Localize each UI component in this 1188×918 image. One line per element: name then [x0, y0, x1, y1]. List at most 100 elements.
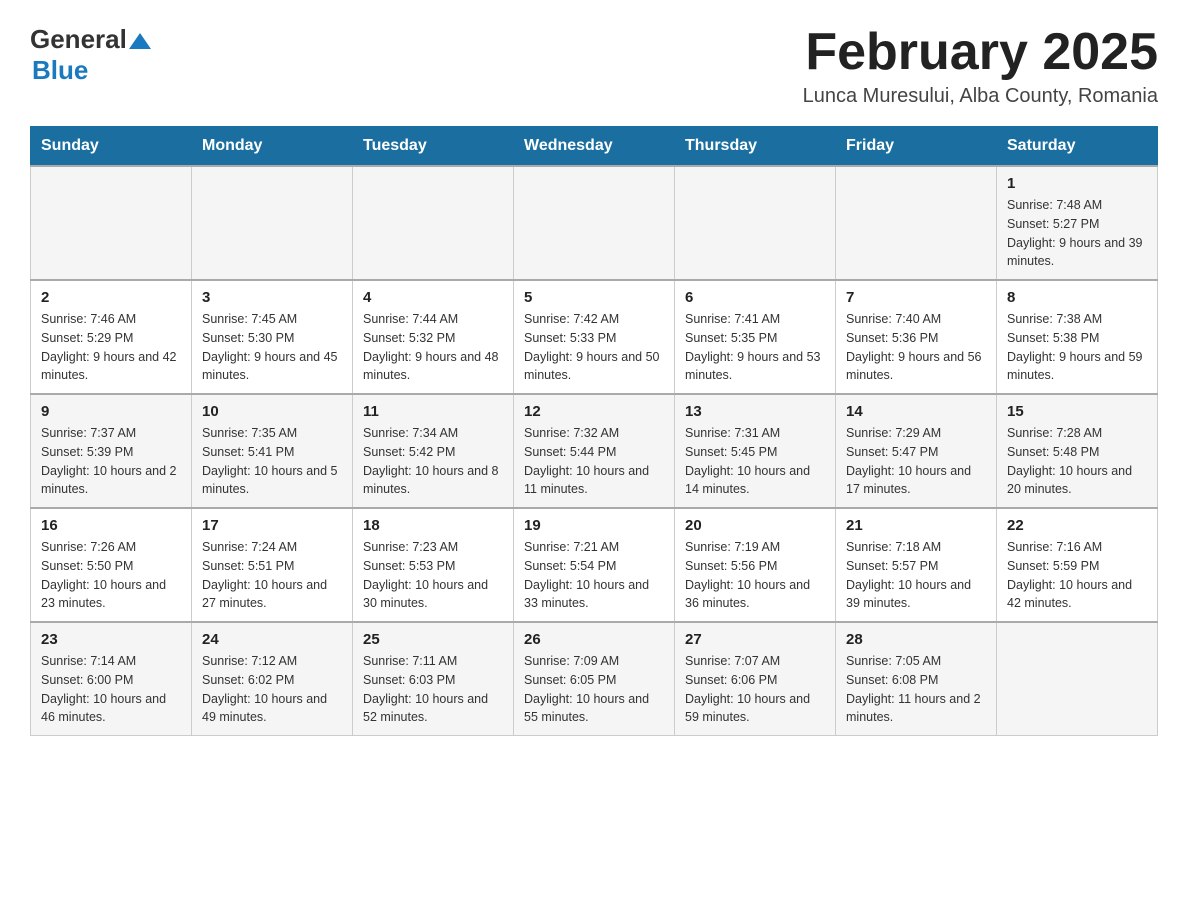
day-number: 27 — [685, 631, 825, 648]
calendar-cell: 24 Sunrise: 7:12 AMSunset: 6:02 PMDayligh… — [192, 622, 353, 736]
day-detail: Sunrise: 7:46 AMSunset: 5:29 PMDaylight:… — [41, 310, 181, 385]
day-number: 16 — [41, 517, 181, 534]
day-detail: Sunrise: 7:05 AMSunset: 6:08 PMDaylight:… — [846, 652, 986, 727]
day-number: 21 — [846, 517, 986, 534]
day-number: 5 — [524, 289, 664, 306]
day-number: 19 — [524, 517, 664, 534]
day-detail: Sunrise: 7:44 AMSunset: 5:32 PMDaylight:… — [363, 310, 503, 385]
day-number: 20 — [685, 517, 825, 534]
day-detail: Sunrise: 7:42 AMSunset: 5:33 PMDaylight:… — [524, 310, 664, 385]
calendar-week-row: 9 Sunrise: 7:37 AMSunset: 5:39 PMDaylight… — [31, 394, 1158, 508]
weekday-header-saturday: Saturday — [997, 127, 1158, 167]
day-detail: Sunrise: 7:19 AMSunset: 5:56 PMDaylight:… — [685, 538, 825, 613]
day-number: 9 — [41, 403, 181, 420]
day-detail: Sunrise: 7:12 AMSunset: 6:02 PMDaylight:… — [202, 652, 342, 727]
day-detail: Sunrise: 7:24 AMSunset: 5:51 PMDaylight:… — [202, 538, 342, 613]
day-number: 22 — [1007, 517, 1147, 534]
logo: General Blue — [30, 24, 151, 86]
day-number: 8 — [1007, 289, 1147, 306]
calendar-cell — [836, 166, 997, 280]
day-detail: Sunrise: 7:14 AMSunset: 6:00 PMDaylight:… — [41, 652, 181, 727]
calendar-week-row: 1Sunrise: 7:48 AMSunset: 5:27 PMDaylight… — [31, 166, 1158, 280]
day-detail: Sunrise: 7:26 AMSunset: 5:50 PMDaylight:… — [41, 538, 181, 613]
day-number: 11 — [363, 403, 503, 420]
day-detail: Sunrise: 7:29 AMSunset: 5:47 PMDaylight:… — [846, 424, 986, 499]
day-detail: Sunrise: 7:45 AMSunset: 5:30 PMDaylight:… — [202, 310, 342, 385]
weekday-header-sunday: Sunday — [31, 127, 192, 167]
calendar-cell — [675, 166, 836, 280]
day-detail: Sunrise: 7:23 AMSunset: 5:53 PMDaylight:… — [363, 538, 503, 613]
calendar-table: SundayMondayTuesdayWednesdayThursdayFrid… — [30, 126, 1158, 736]
calendar-cell: 17 Sunrise: 7:24 AMSunset: 5:51 PMDayligh… — [192, 508, 353, 622]
day-number: 3 — [202, 289, 342, 306]
weekday-header-tuesday: Tuesday — [353, 127, 514, 167]
calendar-cell: 8 Sunrise: 7:38 AMSunset: 5:38 PMDaylight… — [997, 280, 1158, 394]
day-number: 15 — [1007, 403, 1147, 420]
day-detail: Sunrise: 7:31 AMSunset: 5:45 PMDaylight:… — [685, 424, 825, 499]
day-number: 25 — [363, 631, 503, 648]
calendar-cell — [31, 166, 192, 280]
calendar-cell: 12 Sunrise: 7:32 AMSunset: 5:44 PMDayligh… — [514, 394, 675, 508]
day-number: 24 — [202, 631, 342, 648]
calendar-week-row: 16 Sunrise: 7:26 AMSunset: 5:50 PMDayligh… — [31, 508, 1158, 622]
calendar-cell: 27 Sunrise: 7:07 AMSunset: 6:06 PMDayligh… — [675, 622, 836, 736]
header: General Blue February 2025 Lunca Muresul… — [30, 24, 1158, 108]
weekday-header-monday: Monday — [192, 127, 353, 167]
day-number: 14 — [846, 403, 986, 420]
calendar-cell: 10 Sunrise: 7:35 AMSunset: 5:41 PMDayligh… — [192, 394, 353, 508]
day-detail: Sunrise: 7:37 AMSunset: 5:39 PMDaylight:… — [41, 424, 181, 499]
day-number: 12 — [524, 403, 664, 420]
calendar-cell: 18 Sunrise: 7:23 AMSunset: 5:53 PMDayligh… — [353, 508, 514, 622]
day-detail: Sunrise: 7:40 AMSunset: 5:36 PMDaylight:… — [846, 310, 986, 385]
day-detail: Sunrise: 7:38 AMSunset: 5:38 PMDaylight:… — [1007, 310, 1147, 385]
calendar-cell: 1Sunrise: 7:48 AMSunset: 5:27 PMDaylight… — [997, 166, 1158, 280]
calendar-cell — [353, 166, 514, 280]
day-number: 18 — [363, 517, 503, 534]
calendar-cell: 20 Sunrise: 7:19 AMSunset: 5:56 PMDayligh… — [675, 508, 836, 622]
calendar-cell: 4 Sunrise: 7:44 AMSunset: 5:32 PMDaylight… — [353, 280, 514, 394]
day-detail: Sunrise: 7:09 AMSunset: 6:05 PMDaylight:… — [524, 652, 664, 727]
day-number: 4 — [363, 289, 503, 306]
calendar-cell: 25Sunrise: 7:11 AMSunset: 6:03 PMDayligh… — [353, 622, 514, 736]
calendar-cell — [514, 166, 675, 280]
weekday-header-wednesday: Wednesday — [514, 127, 675, 167]
day-number: 7 — [846, 289, 986, 306]
logo-triangle-icon — [129, 29, 151, 51]
title-area: February 2025 Lunca Muresului, Alba Coun… — [803, 24, 1158, 108]
calendar-cell: 23Sunrise: 7:14 AMSunset: 6:00 PMDayligh… — [31, 622, 192, 736]
weekday-header-thursday: Thursday — [675, 127, 836, 167]
calendar-cell: 9 Sunrise: 7:37 AMSunset: 5:39 PMDaylight… — [31, 394, 192, 508]
day-detail: Sunrise: 7:35 AMSunset: 5:41 PMDaylight:… — [202, 424, 342, 499]
calendar-cell: 22 Sunrise: 7:16 AMSunset: 5:59 PMDayligh… — [997, 508, 1158, 622]
day-number: 17 — [202, 517, 342, 534]
day-detail: Sunrise: 7:07 AMSunset: 6:06 PMDaylight:… — [685, 652, 825, 727]
calendar-cell: 2 Sunrise: 7:46 AMSunset: 5:29 PMDaylight… — [31, 280, 192, 394]
calendar-cell: 5 Sunrise: 7:42 AMSunset: 5:33 PMDaylight… — [514, 280, 675, 394]
calendar-cell: 16 Sunrise: 7:26 AMSunset: 5:50 PMDayligh… — [31, 508, 192, 622]
calendar-cell: 3 Sunrise: 7:45 AMSunset: 5:30 PMDaylight… — [192, 280, 353, 394]
calendar-cell: 19Sunrise: 7:21 AMSunset: 5:54 PMDayligh… — [514, 508, 675, 622]
day-number: 28 — [846, 631, 986, 648]
day-detail: Sunrise: 7:34 AMSunset: 5:42 PMDaylight:… — [363, 424, 503, 499]
logo-blue-text: Blue — [32, 55, 88, 86]
calendar-cell: 7 Sunrise: 7:40 AMSunset: 5:36 PMDaylight… — [836, 280, 997, 394]
calendar-cell: 6 Sunrise: 7:41 AMSunset: 5:35 PMDaylight… — [675, 280, 836, 394]
calendar-cell — [997, 622, 1158, 736]
calendar-cell: 11 Sunrise: 7:34 AMSunset: 5:42 PMDayligh… — [353, 394, 514, 508]
calendar-cell: 28 Sunrise: 7:05 AMSunset: 6:08 PMDayligh… — [836, 622, 997, 736]
day-detail: Sunrise: 7:28 AMSunset: 5:48 PMDaylight:… — [1007, 424, 1147, 499]
calendar-cell: 21 Sunrise: 7:18 AMSunset: 5:57 PMDayligh… — [836, 508, 997, 622]
day-detail: Sunrise: 7:32 AMSunset: 5:44 PMDaylight:… — [524, 424, 664, 499]
weekday-header-row: SundayMondayTuesdayWednesdayThursdayFrid… — [31, 127, 1158, 167]
day-detail: Sunrise: 7:16 AMSunset: 5:59 PMDaylight:… — [1007, 538, 1147, 613]
calendar-week-row: 23Sunrise: 7:14 AMSunset: 6:00 PMDayligh… — [31, 622, 1158, 736]
day-number: 6 — [685, 289, 825, 306]
day-detail: Sunrise: 7:41 AMSunset: 5:35 PMDaylight:… — [685, 310, 825, 385]
day-number: 10 — [202, 403, 342, 420]
calendar-cell: 15 Sunrise: 7:28 AMSunset: 5:48 PMDayligh… — [997, 394, 1158, 508]
weekday-header-friday: Friday — [836, 127, 997, 167]
day-number: 2 — [41, 289, 181, 306]
day-detail: Sunrise: 7:18 AMSunset: 5:57 PMDaylight:… — [846, 538, 986, 613]
calendar-cell: 14 Sunrise: 7:29 AMSunset: 5:47 PMDayligh… — [836, 394, 997, 508]
calendar-cell: 26Sunrise: 7:09 AMSunset: 6:05 PMDayligh… — [514, 622, 675, 736]
